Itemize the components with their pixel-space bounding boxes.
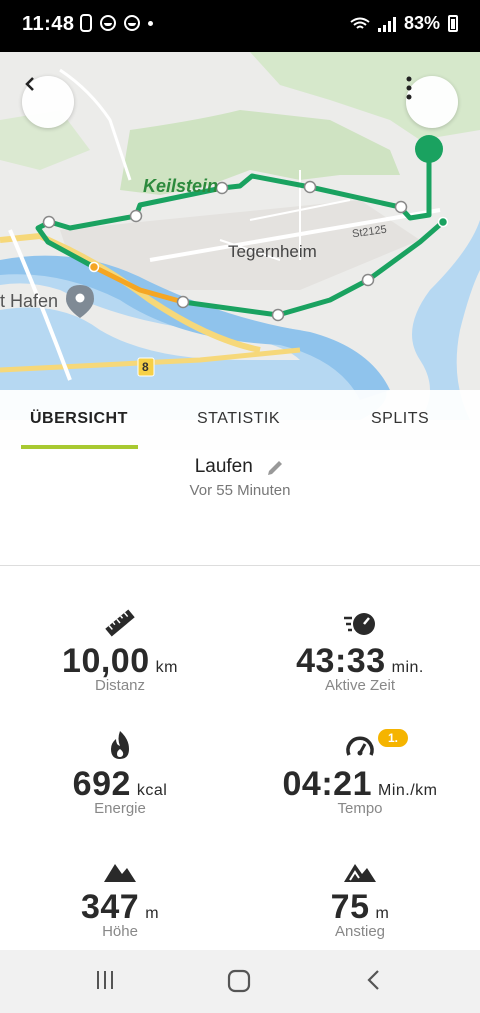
battery-icon [448,15,458,32]
stat-pace-value: 04:21 [282,765,372,803]
status-time: 11:48 [22,13,75,35]
stat-active-time: 43:33 min. Aktive Zeit [240,604,480,694]
activity-header: Laufen [0,456,480,478]
stat-energy: 692 kcal Energie [0,727,240,817]
tab-splits[interactable]: SPLITS [371,410,429,428]
back-nav-icon[interactable] [364,968,384,992]
stat-energy-label: Energie [94,800,146,817]
ruler-icon [105,609,135,637]
home-icon[interactable] [226,968,252,994]
stat-altitude-label: Höhe [102,923,138,940]
divider [0,565,480,566]
status-bar: 11:48 83% [0,0,480,52]
back-button[interactable] [22,76,74,128]
app-notification-icon-2 [124,15,140,31]
stat-active-time-label: Aktive Zeit [324,677,396,694]
status-right: 83% [350,13,458,34]
pace-rank-badge: 1. [378,729,409,747]
stat-energy-unit: kcal [136,782,168,799]
activity-name: Laufen [194,456,253,477]
more-notifications-dot-icon [148,20,153,26]
stat-active-time-value: 43:33 [296,642,386,680]
system-navigation-bar [0,950,480,1013]
flame-icon [111,731,129,759]
stat-pace-label: Tempo [337,800,383,817]
stat-altitude-value: 347 [80,888,140,926]
recent-apps-icon[interactable] [93,968,117,992]
active-tab-indicator [21,445,138,449]
tab-uebersicht[interactable]: ÜBERSICHT [30,410,128,428]
map-label-keilstein: Keilstein [143,176,219,196]
tab-statistik[interactable]: STATISTIK [197,410,280,428]
stat-active-time-unit: min. [391,659,424,676]
stat-ascent-unit: m [375,905,390,922]
stat-distance: 10,00 km Distanz [0,604,240,694]
stat-ascent-value: 75 [330,888,370,926]
edit-pencil-icon[interactable] [265,458,285,478]
mountain-icon [104,864,136,882]
map-label-road-8: 8 [142,360,149,374]
stat-pace: 1. 04:21 Min./km Tempo [240,727,480,817]
stopwatch-icon [344,613,375,635]
watch-icon [80,14,92,32]
stat-distance-label: Distanz [94,677,146,694]
more-vertical-icon [406,76,412,100]
stat-pace-unit: Min./km [377,782,438,799]
stat-altitude-unit: m [145,905,160,922]
chevron-left-icon [25,77,34,91]
notification-icons [80,14,153,32]
app-notification-icon [100,15,116,31]
signal-icon [377,16,396,32]
tab-bar: ÜBERSICHT STATISTIK SPLITS [0,390,480,450]
wifi-icon [350,17,370,29]
stat-distance-unit: km [155,659,178,676]
battery-percent: 83% [403,13,440,33]
map-label-hafen: t Hafen [0,291,59,311]
stat-energy-value: 692 [72,765,131,803]
stat-ascent: 75 m Anstieg [240,850,480,940]
activity-time-ago: Vor 55 Minuten [189,482,291,499]
map-label-tegernheim: Tegernheim [228,242,317,261]
speedometer-icon [346,736,374,756]
more-options-button[interactable] [406,76,458,128]
stat-distance-value: 10,00 [62,642,150,680]
stat-altitude: 347 m Höhe [0,850,240,940]
stat-ascent-label: Anstieg [334,923,386,940]
mountain-ascent-icon [344,864,376,882]
